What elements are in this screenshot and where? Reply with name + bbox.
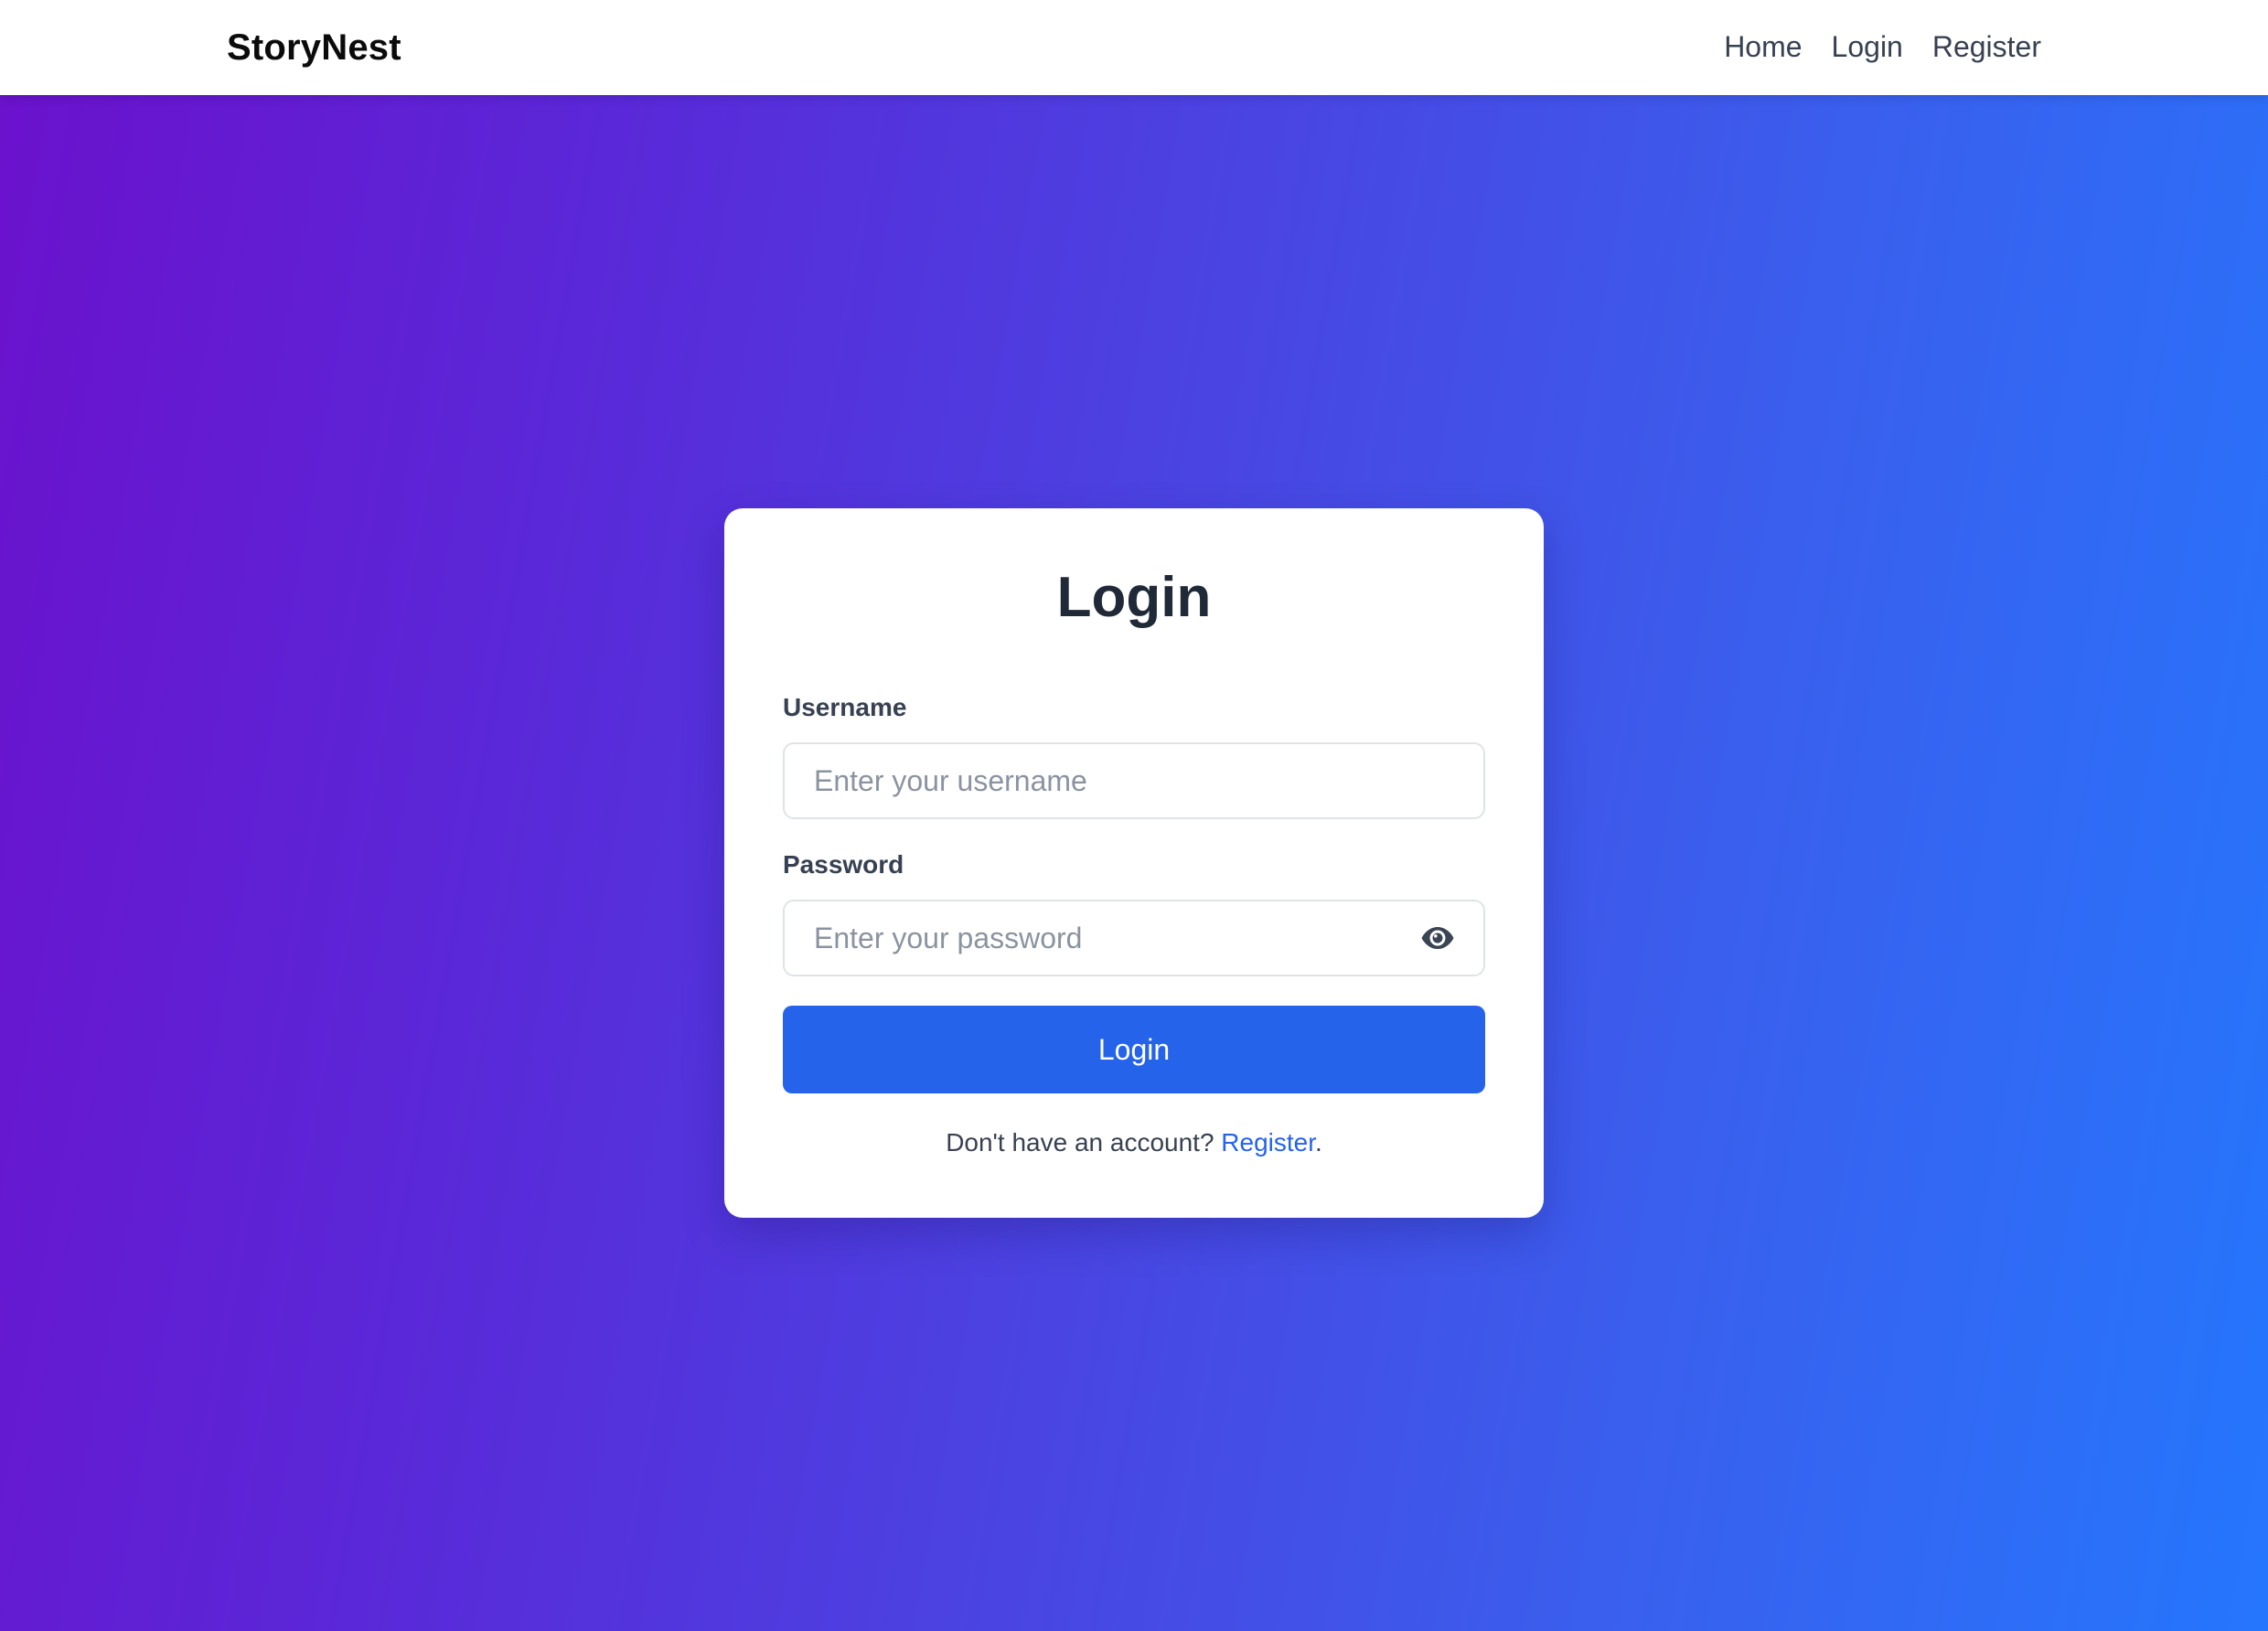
register-link[interactable]: Register [1221, 1128, 1315, 1157]
register-prompt-text: Don't have an account? [946, 1128, 1222, 1157]
nav-link-login[interactable]: Login [1832, 24, 1903, 69]
password-label: Password [783, 850, 904, 879]
register-prompt-suffix: . [1315, 1128, 1322, 1157]
nav-links: Home Login Register [1724, 24, 2041, 69]
nav-link-register[interactable]: Register [1932, 24, 2041, 69]
eye-icon[interactable] [1419, 922, 1456, 954]
brand-logo-text[interactable]: StoryNest [227, 24, 401, 71]
nav-link-home[interactable]: Home [1724, 24, 1802, 69]
username-input[interactable] [783, 742, 1485, 819]
login-title: Login [1056, 566, 1212, 629]
top-navbar: StoryNest Home Login Register [0, 0, 2268, 95]
login-button[interactable]: Login [783, 1006, 1485, 1093]
password-input[interactable] [783, 900, 1485, 976]
username-label: Username [783, 693, 907, 721]
register-prompt: Don't have an account? Register. [724, 1125, 1544, 1161]
login-card: Login Username Password Login Don't have… [724, 508, 1544, 1218]
